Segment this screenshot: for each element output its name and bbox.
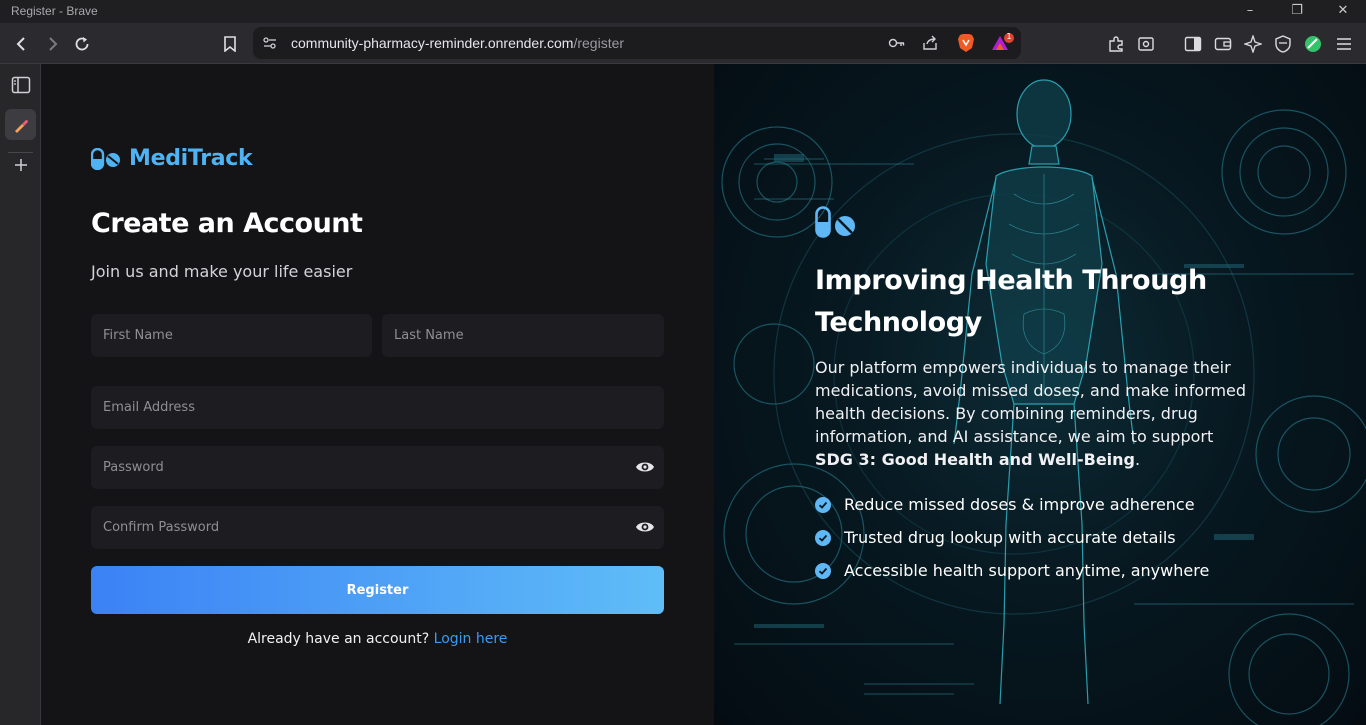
benefit-text: Trusted drug lookup with accurate detail… — [844, 528, 1176, 547]
email-field[interactable] — [91, 386, 664, 429]
back-icon[interactable] — [9, 31, 35, 57]
vpn-shield-icon[interactable] — [1270, 31, 1296, 57]
reload-icon[interactable] — [69, 31, 95, 57]
first-name-field[interactable] — [91, 314, 372, 357]
brand-logo[interactable]: MediTrack — [91, 146, 253, 171]
hero-text-end: . — [1135, 450, 1141, 469]
login-link[interactable]: Login here — [434, 631, 508, 647]
hero-text-sdg: SDG 3: Good Health and Well-Being — [815, 450, 1136, 469]
password-field[interactable] — [91, 446, 664, 489]
first-name-input[interactable] — [91, 314, 372, 357]
sidebar-toggle-icon[interactable] — [1180, 31, 1206, 57]
pinned-tab-icon[interactable] — [5, 109, 36, 140]
hero-text-intro: Our platform empowers individuals to man… — [815, 358, 1247, 446]
confirm-password-input[interactable] — [91, 506, 664, 549]
show-password-eye-icon[interactable] — [635, 459, 655, 475]
menu-icon[interactable] — [1331, 31, 1357, 57]
site-settings-icon[interactable] — [262, 35, 278, 55]
benefit-item: Reduce missed doses & improve adherence — [815, 488, 1209, 521]
register-button[interactable]: Register — [91, 566, 664, 614]
register-panel: MediTrack Create an Account Join us and … — [41, 64, 714, 725]
hero-title: Improving Health Through Technology — [815, 265, 1207, 338]
hero-benefits-list: Reduce missed doses & improve adherence … — [815, 488, 1209, 587]
minimize-icon[interactable]: – — [1240, 2, 1260, 20]
restore-icon[interactable]: ❐ — [1287, 2, 1307, 20]
extensions-icon[interactable] — [1103, 31, 1129, 57]
browser-side-rail — [0, 64, 41, 725]
url-path: /register — [573, 35, 625, 51]
login-prompt: Already have an account? Login here — [91, 631, 664, 647]
hero-panel: Improving Health Through Technology Our … — [714, 64, 1366, 725]
last-name-field[interactable] — [382, 314, 664, 357]
wallet-icon[interactable] — [1210, 31, 1236, 57]
email-input[interactable] — [91, 386, 664, 429]
benefit-item: Trusted drug lookup with accurate detail… — [815, 521, 1209, 554]
hero-description: Our platform empowers individuals to man… — [815, 356, 1255, 471]
page-subtitle: Join us and make your life easier — [91, 262, 353, 281]
rewards-badge-count: 1 — [1006, 32, 1012, 41]
browser-toolbar: community-pharmacy-reminder.onrender.com… — [0, 23, 1366, 64]
sidebar-panel-icon[interactable] — [5, 69, 36, 100]
login-prompt-text: Already have an account? — [247, 631, 430, 647]
confirm-password-field[interactable] — [91, 506, 664, 549]
page-title: Create an Account — [91, 208, 363, 239]
add-panel-icon[interactable] — [5, 149, 36, 180]
benefit-item: Accessible health support anytime, anywh… — [815, 554, 1209, 587]
forward-icon[interactable] — [39, 31, 65, 57]
url-text[interactable]: community-pharmacy-reminder.onrender.com… — [291, 35, 624, 51]
password-input[interactable] — [91, 446, 664, 489]
screenshot-icon[interactable] — [1133, 31, 1159, 57]
window-title: Register - Brave — [11, 4, 98, 18]
last-name-input[interactable] — [382, 314, 664, 357]
brand-name: MediTrack — [129, 146, 253, 171]
share-icon[interactable] — [921, 34, 939, 56]
pill-logo-icon — [91, 147, 120, 170]
check-circle-icon — [815, 562, 831, 579]
check-circle-icon — [815, 529, 831, 546]
brave-shields-icon[interactable] — [957, 33, 975, 57]
window-titlebar: Register - Brave – ❐ ✕ — [0, 0, 1366, 23]
url-host: community-pharmacy-reminder.onrender.com — [291, 35, 574, 51]
bookmark-icon[interactable] — [217, 31, 243, 57]
benefit-text: Accessible health support anytime, anywh… — [844, 561, 1210, 580]
password-key-icon[interactable] — [888, 35, 906, 55]
benefit-text: Reduce missed doses & improve adherence — [844, 495, 1195, 514]
brave-rewards-icon[interactable]: 1 — [990, 32, 1016, 57]
profile-extension-icon[interactable] — [1300, 31, 1326, 57]
check-circle-icon — [815, 496, 831, 513]
show-confirm-password-eye-icon[interactable] — [635, 519, 655, 535]
close-icon[interactable]: ✕ — [1333, 2, 1353, 20]
leo-ai-icon[interactable] — [1240, 31, 1266, 57]
address-bar[interactable]: community-pharmacy-reminder.onrender.com… — [253, 27, 1021, 59]
hero-pill-icon — [815, 206, 855, 238]
